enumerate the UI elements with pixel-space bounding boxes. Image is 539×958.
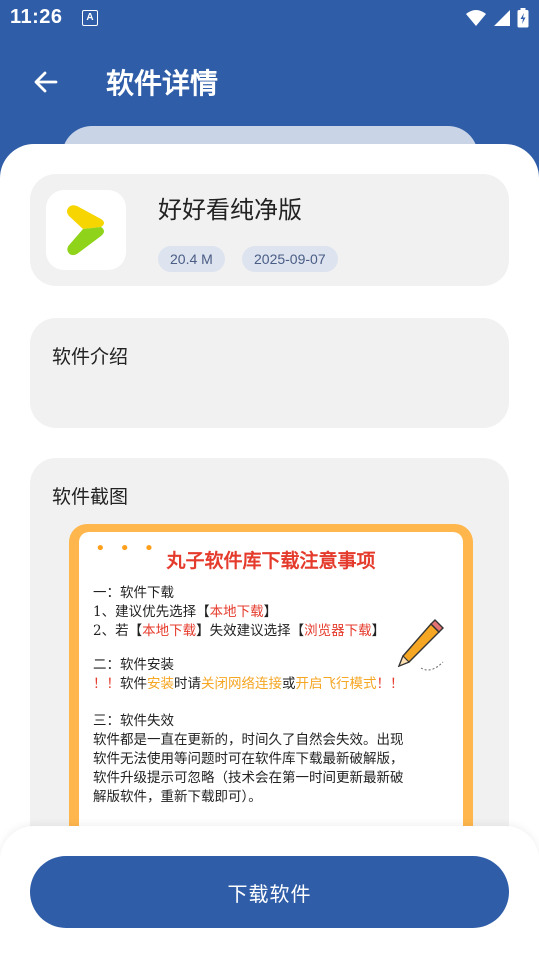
app-logo-icon (67, 205, 104, 256)
app-date-badge: 2025-09-07 (242, 246, 338, 272)
poster-section3-title: 三：软件失效 (93, 713, 174, 729)
wifi-icon (466, 10, 486, 26)
download-button[interactable]: 下载软件 (30, 856, 509, 928)
app-name: 好好看纯净版 (158, 196, 302, 224)
app-info-card: 好好看纯净版 20.4 M 2025-09-07 (30, 174, 509, 286)
app-icon (46, 190, 126, 270)
poster-line: 软件都是一直在更新的，时间久了自然会失效。出现 (93, 732, 404, 748)
poster-section1-title: 一：软件下载 (93, 585, 174, 601)
pencil-icon (397, 619, 444, 671)
back-button[interactable] (26, 62, 66, 102)
back-arrow-icon (34, 71, 58, 93)
poster-line: 1、建议优先选择【本地下载】 (93, 604, 278, 620)
intro-card: 软件介绍 (30, 318, 509, 428)
status-bar: 11:26 A (0, 0, 539, 36)
poster-line: 软件无法使用等问题时可在软件库下载最新破解版， (93, 751, 404, 767)
poster-line: 解版软件，重新下载即可）。 (93, 789, 262, 805)
status-time: 11:26 (10, 6, 63, 28)
app-size-badge: 20.4 M (158, 246, 225, 272)
poster-content: • • • 丸子软件库下载注意事项 一：软件下载 1、建议优先选择【本地下载】 … (79, 532, 463, 844)
battery-icon (517, 8, 529, 28)
poster-title: 丸子软件库下载注意事项 (166, 550, 376, 572)
page-title: 软件详情 (106, 67, 219, 100)
screenshot-heading: 软件截图 (52, 486, 129, 508)
notification-icon: A (82, 10, 98, 26)
intro-heading: 软件介绍 (52, 346, 129, 368)
poster-line: 2、若【本地下载】失效建议选择【浏览器下载】 (93, 623, 386, 639)
poster-section2-title: 二：软件安装 (93, 657, 174, 673)
header: 软件详情 (0, 36, 539, 126)
screenshot-image[interactable]: • • • 丸子软件库下载注意事项 一：软件下载 1、建议优先选择【本地下载】 … (69, 524, 473, 844)
poster-line: ！！软件安装时请关闭网络连接或开启飞行模式！！ (93, 676, 404, 692)
status-icons (465, 8, 529, 28)
poster-line: 软件升级提示可忽略（技术会在第一时间更新最新破 (93, 770, 404, 786)
signal-icon (494, 10, 510, 26)
